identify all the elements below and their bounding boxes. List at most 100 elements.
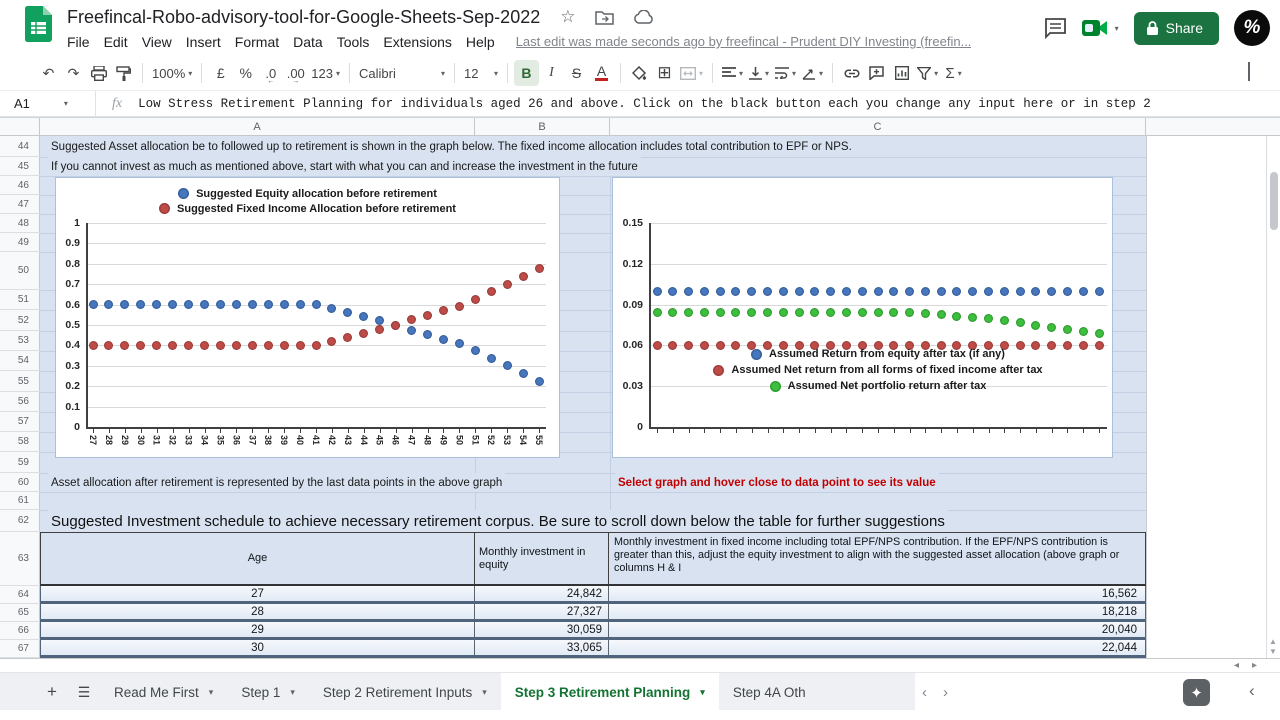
data-point[interactable] bbox=[168, 300, 177, 309]
name-box[interactable]: A1 ▾ bbox=[0, 91, 96, 116]
data-point[interactable] bbox=[375, 325, 384, 334]
data-point[interactable] bbox=[423, 330, 432, 339]
menu-view[interactable]: View bbox=[135, 33, 179, 51]
data-point[interactable] bbox=[700, 287, 709, 296]
hscroll-left-arrow[interactable]: ◂ bbox=[1234, 659, 1239, 672]
data-point[interactable] bbox=[359, 329, 368, 338]
increase-decimal-button[interactable]: .00→ bbox=[283, 60, 308, 86]
data-point[interactable] bbox=[503, 280, 512, 289]
row-header-54[interactable]: 54 bbox=[0, 351, 40, 371]
data-point[interactable] bbox=[731, 287, 740, 296]
data-point[interactable] bbox=[858, 308, 867, 317]
horizontal-align-button[interactable]: ▾ bbox=[719, 60, 746, 86]
menu-extensions[interactable]: Extensions bbox=[376, 33, 458, 51]
data-point[interactable] bbox=[407, 315, 416, 324]
data-point[interactable] bbox=[471, 295, 480, 304]
data-point[interactable] bbox=[264, 300, 273, 309]
data-point[interactable] bbox=[874, 287, 883, 296]
sheet-tab-step-3-retirement-planning[interactable]: Step 3 Retirement Planning▾ bbox=[501, 673, 719, 711]
data-point[interactable] bbox=[248, 300, 257, 309]
row-header-56[interactable]: 56 bbox=[0, 392, 40, 412]
data-point[interactable] bbox=[952, 287, 961, 296]
tab-scroll-right-arrow[interactable]: › bbox=[943, 684, 948, 701]
sheet-tab-read-me-first[interactable]: Read Me First▾ bbox=[100, 673, 227, 711]
comment-history-icon[interactable] bbox=[1044, 18, 1067, 39]
data-point[interactable] bbox=[1016, 287, 1025, 296]
data-point[interactable] bbox=[921, 309, 930, 318]
data-point[interactable] bbox=[653, 287, 662, 296]
data-point[interactable] bbox=[296, 341, 305, 350]
row-header-58[interactable]: 58 bbox=[0, 432, 40, 452]
insert-comment-button[interactable] bbox=[864, 60, 889, 86]
chart-suggested-asset-allocation[interactable]: Suggested Equity allocation before retir… bbox=[55, 177, 560, 458]
menu-help[interactable]: Help bbox=[459, 33, 502, 51]
data-point[interactable] bbox=[858, 287, 867, 296]
data-point[interactable] bbox=[779, 287, 788, 296]
horizontal-scrollbar[interactable]: ◂ ▸ bbox=[0, 658, 1280, 672]
insert-link-button[interactable] bbox=[839, 60, 864, 86]
data-point[interactable] bbox=[216, 300, 225, 309]
row-header-48[interactable]: 48 bbox=[0, 214, 40, 233]
data-point[interactable] bbox=[407, 326, 416, 335]
menu-data[interactable]: Data bbox=[286, 33, 330, 51]
sheet-tab-menu-caret[interactable]: ▾ bbox=[290, 687, 295, 698]
row-header-47[interactable]: 47 bbox=[0, 195, 40, 214]
row-header-50[interactable]: 50 bbox=[0, 252, 40, 290]
sheet-tab-step-1[interactable]: Step 1▾ bbox=[227, 673, 309, 711]
data-point[interactable] bbox=[921, 287, 930, 296]
data-point[interactable] bbox=[937, 310, 946, 319]
format-currency-button[interactable]: £ bbox=[208, 60, 233, 86]
data-point[interactable] bbox=[826, 308, 835, 317]
functions-button[interactable]: Σ▾ bbox=[941, 60, 966, 86]
data-point[interactable] bbox=[842, 287, 851, 296]
data-point[interactable] bbox=[684, 287, 693, 296]
data-point[interactable] bbox=[104, 341, 113, 350]
italic-button[interactable]: I bbox=[539, 60, 564, 86]
data-point[interactable] bbox=[731, 308, 740, 317]
paint-format-button[interactable] bbox=[111, 60, 136, 86]
data-point[interactable] bbox=[1079, 287, 1088, 296]
data-point[interactable] bbox=[1031, 287, 1040, 296]
text-wrap-button[interactable]: ▾ bbox=[772, 60, 799, 86]
investment-schedule-table[interactable]: AgeMonthly investment in equityMonthly i… bbox=[40, 532, 1146, 658]
row-header-65[interactable]: 65 bbox=[0, 604, 40, 622]
data-point[interactable] bbox=[120, 300, 129, 309]
data-point[interactable] bbox=[1031, 321, 1040, 330]
data-point[interactable] bbox=[1063, 287, 1072, 296]
column-header-b[interactable]: B bbox=[475, 118, 610, 135]
menu-format[interactable]: Format bbox=[228, 33, 286, 51]
data-point[interactable] bbox=[779, 308, 788, 317]
cell-c60-note[interactable]: Select graph and hover close to data poi… bbox=[615, 473, 939, 492]
data-point[interactable] bbox=[826, 287, 835, 296]
row-header-46[interactable]: 46 bbox=[0, 176, 40, 195]
data-point[interactable] bbox=[519, 369, 528, 378]
data-point[interactable] bbox=[842, 308, 851, 317]
data-point[interactable] bbox=[984, 314, 993, 323]
row-header-57[interactable]: 57 bbox=[0, 412, 40, 432]
account-avatar[interactable]: % bbox=[1234, 10, 1270, 46]
data-point[interactable] bbox=[136, 300, 145, 309]
row-header-52[interactable]: 52 bbox=[0, 310, 40, 331]
font-size-select[interactable]: 12▾ bbox=[461, 60, 501, 86]
data-point[interactable] bbox=[716, 287, 725, 296]
row-header-49[interactable]: 49 bbox=[0, 233, 40, 252]
data-point[interactable] bbox=[763, 308, 772, 317]
row-header-44[interactable]: 44 bbox=[0, 136, 40, 157]
font-select[interactable]: Calibri▾ bbox=[356, 60, 448, 86]
all-sheets-button[interactable]: ☰ bbox=[68, 673, 100, 711]
data-point[interactable] bbox=[889, 308, 898, 317]
insert-chart-button[interactable] bbox=[889, 60, 914, 86]
table-cell[interactable]: 27 bbox=[41, 586, 474, 601]
data-point[interactable] bbox=[423, 311, 432, 320]
meet-video-call-button[interactable]: ▾ bbox=[1082, 19, 1119, 37]
data-point[interactable] bbox=[280, 300, 289, 309]
data-point[interactable] bbox=[120, 341, 129, 350]
data-point[interactable] bbox=[795, 287, 804, 296]
data-point[interactable] bbox=[89, 341, 98, 350]
data-point[interactable] bbox=[795, 308, 804, 317]
data-point[interactable] bbox=[1016, 318, 1025, 327]
data-point[interactable] bbox=[519, 272, 528, 281]
vertical-align-button[interactable]: ▾ bbox=[746, 60, 772, 86]
data-point[interactable] bbox=[184, 300, 193, 309]
data-point[interactable] bbox=[1095, 329, 1104, 338]
